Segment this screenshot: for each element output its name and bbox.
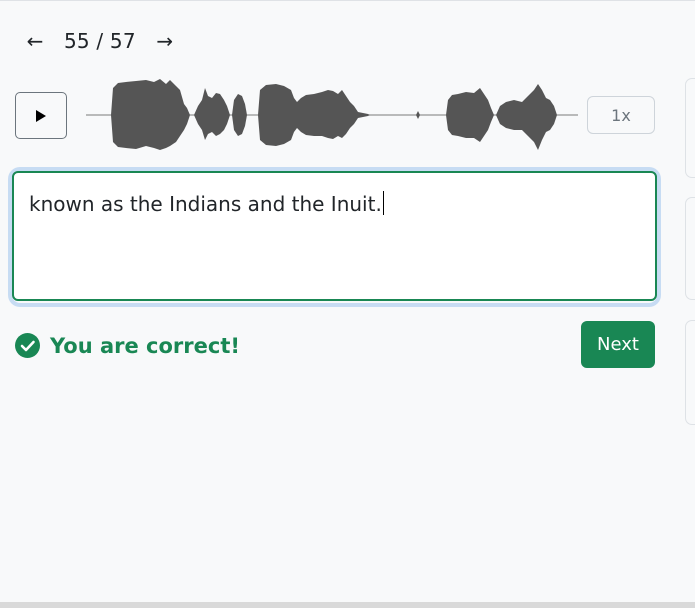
audio-waveform[interactable] — [86, 76, 578, 154]
text-caret — [382, 191, 384, 215]
feedback-text: You are correct! — [50, 333, 240, 358]
side-panel-card-1[interactable] — [685, 78, 695, 178]
next-arrow-icon[interactable]: → — [152, 28, 178, 54]
item-counter: 55 / 57 — [64, 29, 136, 53]
side-panel-card-3[interactable] — [685, 320, 695, 425]
play-icon — [35, 109, 47, 123]
window-top-border — [0, 0, 695, 1]
item-navigation: ← 55 / 57 → — [22, 28, 178, 54]
play-button[interactable] — [15, 92, 67, 139]
answer-input-focus-ring: known as the Indians and the Inuit. — [12, 171, 657, 303]
answer-value: known as the Indians and the Inuit. — [29, 192, 382, 216]
next-button[interactable]: Next — [581, 321, 655, 368]
bottom-scrollbar-track[interactable] — [0, 602, 695, 608]
playback-speed-button[interactable]: 1x — [587, 96, 655, 134]
feedback-message: You are correct! — [15, 333, 240, 358]
check-circle-icon — [15, 333, 40, 358]
previous-arrow-icon[interactable]: ← — [22, 28, 48, 54]
answer-textarea[interactable]: known as the Indians and the Inuit. — [12, 171, 657, 301]
side-panel-card-2[interactable] — [685, 197, 695, 300]
answer-text: known as the Indians and the Inuit. — [29, 191, 384, 216]
